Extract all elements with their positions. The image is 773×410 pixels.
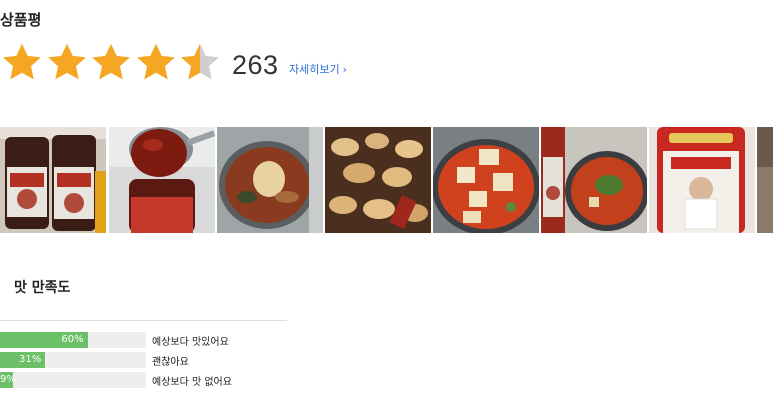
taste-bar-label: 예상보다 맛 없어요 (152, 377, 232, 388)
taste-bar-fill: 31% (0, 352, 46, 368)
review-photo-stew-bowl[interactable] (217, 127, 323, 233)
taste-bar-fill: 9% (0, 372, 16, 388)
taste-satisfaction-title: 맛 만족도 (14, 280, 71, 296)
rating-section-title: 상품평 (0, 11, 42, 29)
divider (0, 320, 287, 321)
taste-bar-row: 31% 괜찮아요 (0, 352, 300, 368)
star-full-icon (3, 43, 41, 80)
star-rating (0, 41, 223, 85)
review-photo-stir-fried-mushrooms[interactable] (325, 127, 431, 233)
review-count: 263 (232, 50, 279, 80)
star-full-icon (92, 43, 130, 80)
taste-bar-label: 괜찮아요 (152, 357, 189, 368)
detail-view-label: 자세히보기 (289, 63, 340, 76)
taste-bar-label: 예상보다 맛있어요 (152, 337, 229, 348)
detail-view-link[interactable]: 자세히보기 › (289, 61, 347, 77)
review-photo-jar-and-stew[interactable] (541, 127, 647, 233)
review-photo-tofu-stew[interactable] (433, 127, 539, 233)
taste-bar-track: 9% (0, 372, 146, 388)
review-photo-spoon-sauce[interactable] (109, 127, 215, 233)
taste-bar-row: 9% 예상보다 맛 없어요 (0, 372, 300, 388)
review-photo-partial[interactable] (757, 127, 773, 233)
taste-bar-track: 60% (0, 332, 146, 348)
review-photo-strip (0, 127, 773, 233)
star-half-icon (181, 43, 219, 80)
taste-bar-fill: 60% (0, 332, 88, 348)
taste-bar-row: 60% 예상보다 맛있어요 (0, 332, 300, 348)
chevron-right-icon: › (342, 62, 348, 76)
review-photo-sauce-jars[interactable] (0, 127, 106, 233)
review-photo-product-bottle[interactable] (649, 127, 755, 233)
taste-bar-track: 31% (0, 352, 146, 368)
star-full-icon (47, 43, 86, 80)
star-full-icon (136, 43, 175, 80)
